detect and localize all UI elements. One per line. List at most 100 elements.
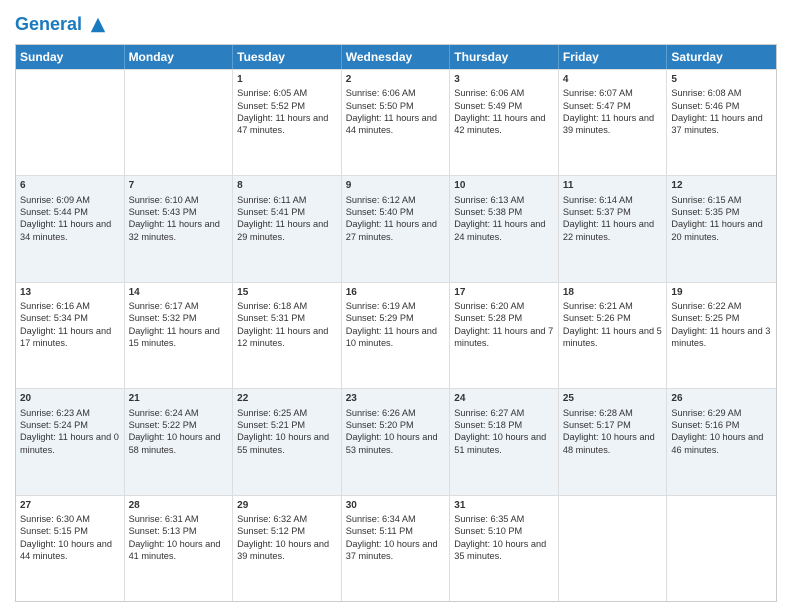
sunset-time: Sunset: 5:50 PM: [346, 101, 414, 111]
day-number: 25: [563, 392, 663, 406]
sunset-time: Sunset: 5:16 PM: [671, 420, 739, 430]
calendar: SundayMondayTuesdayWednesdayThursdayFrid…: [15, 44, 777, 602]
daylight-hours: Daylight: 10 hours and 53 minutes.: [346, 432, 438, 454]
day-number: 5: [671, 73, 772, 87]
calendar-row-5: 27Sunrise: 6:30 AM Sunset: 5:15 PM Dayligh…: [16, 495, 776, 601]
sunrise-time: Sunrise: 6:13 AM: [454, 195, 524, 205]
empty-cell: [559, 496, 668, 601]
sunrise-time: Sunrise: 6:31 AM: [129, 514, 199, 524]
day-number: 9: [346, 179, 446, 193]
day-number: 18: [563, 286, 663, 300]
sunrise-time: Sunrise: 6:25 AM: [237, 408, 307, 418]
sunrise-time: Sunrise: 6:17 AM: [129, 301, 199, 311]
sunrise-time: Sunrise: 6:23 AM: [20, 408, 90, 418]
sunrise-time: Sunrise: 6:24 AM: [129, 408, 199, 418]
sunset-time: Sunset: 5:32 PM: [129, 313, 197, 323]
sunrise-time: Sunrise: 6:05 AM: [237, 88, 307, 98]
sunset-time: Sunset: 5:40 PM: [346, 207, 414, 217]
daylight-hours: Daylight: 11 hours and 27 minutes.: [346, 219, 437, 241]
day-cell-7: 7Sunrise: 6:10 AMSunset: 5:43 PMDaylight…: [125, 176, 234, 281]
day-number: 19: [671, 286, 772, 300]
day-number: 15: [237, 286, 337, 300]
sunrise-time: Sunrise: 6:19 AM: [346, 301, 416, 311]
daylight-hours: Daylight: 11 hours and 32 minutes.: [129, 219, 220, 241]
sunset-time: Sunset: 5:34 PM: [20, 313, 88, 323]
daylight-hours: Daylight: 11 hours and 12 minutes.: [237, 326, 328, 348]
sunset-time: Sunset: 5:11 PM: [346, 526, 413, 536]
sunrise-time: Sunrise: 6:07 AM: [563, 88, 633, 98]
weekday-header-thursday: Thursday: [450, 45, 559, 69]
sunrise-time: Sunrise: 6:30 AM: [20, 514, 90, 524]
daylight-hours: Daylight: 11 hours and 39 minutes.: [563, 113, 654, 135]
weekday-header-tuesday: Tuesday: [233, 45, 342, 69]
sunrise-time: Sunrise: 6:32 AM: [237, 514, 307, 524]
sunrise-time: Sunrise: 6:28 AM: [563, 408, 633, 418]
sunset-time: Sunset: 5:52 PM: [237, 101, 305, 111]
calendar-row-2: 6Sunrise: 6:09 AMSunset: 5:44 PMDaylight…: [16, 175, 776, 281]
day-number: 3: [454, 73, 554, 87]
sunrise-time: Sunrise: 6:29 AM: [671, 408, 741, 418]
day-cell-9: 9Sunrise: 6:12 AMSunset: 5:40 PMDaylight…: [342, 176, 451, 281]
sunset-time: Sunset: 5:15 PM: [20, 526, 88, 536]
daylight-hours: Daylight: 10 hours and 51 minutes.: [454, 432, 546, 454]
sunrise-time: Sunrise: 6:10 AM: [129, 195, 199, 205]
daylight-hours: Daylight: 11 hours and 3 minutes.: [671, 326, 770, 348]
weekday-header-sunday: Sunday: [16, 45, 125, 69]
sunset-time: Sunset: 5:46 PM: [671, 101, 739, 111]
sunrise-time: Sunrise: 6:14 AM: [563, 195, 633, 205]
day-number: 13: [20, 286, 120, 300]
daylight-hours: Daylight: 10 hours and 58 minutes.: [129, 432, 221, 454]
day-cell-8: 8Sunrise: 6:11 AMSunset: 5:41 PMDaylight…: [233, 176, 342, 281]
sunset-time: Sunset: 5:41 PM: [237, 207, 305, 217]
daylight-hours: Daylight: 10 hours and 41 minutes.: [129, 539, 221, 561]
daylight-hours: Daylight: 11 hours and 42 minutes.: [454, 113, 545, 135]
sunset-time: Sunset: 5:21 PM: [237, 420, 305, 430]
day-cell-12: 12Sunrise: 6:15 AMSunset: 5:35 PMDayligh…: [667, 176, 776, 281]
page: General SundayMondayTuesdayWednesdayThur…: [0, 0, 792, 612]
day-cell-18: 18Sunrise: 6:21 AMSunset: 5:26 PMDayligh…: [559, 283, 668, 388]
day-number: 6: [20, 179, 120, 193]
sunset-time: Sunset: 5:12 PM: [237, 526, 305, 536]
header: General: [15, 10, 777, 36]
empty-cell: [125, 70, 234, 175]
sunset-time: Sunset: 5:18 PM: [454, 420, 522, 430]
day-cell-2: 2Sunrise: 6:06 AM Sunset: 5:50 PM Daylight…: [342, 70, 451, 175]
day-number: 17: [454, 286, 554, 300]
day-cell-11: 11Sunrise: 6:14 AMSunset: 5:37 PMDayligh…: [559, 176, 668, 281]
day-number: 2: [346, 73, 446, 87]
daylight-hours: Daylight: 11 hours and 15 minutes.: [129, 326, 220, 348]
day-number: 7: [129, 179, 229, 193]
empty-cell: [16, 70, 125, 175]
day-number: 22: [237, 392, 337, 406]
day-cell-14: 14Sunrise: 6:17 AM Sunset: 5:32 PM Dayligh…: [125, 283, 234, 388]
day-number: 8: [237, 179, 337, 193]
day-number: 14: [129, 286, 229, 300]
daylight-hours: Daylight: 11 hours and 10 minutes.: [346, 326, 437, 348]
sunset-time: Sunset: 5:37 PM: [563, 207, 631, 217]
sunset-time: Sunset: 5:29 PM: [346, 313, 414, 323]
sunrise-time: Sunrise: 6:35 AM: [454, 514, 524, 524]
day-cell-3: 3Sunrise: 6:06 AMSunset: 5:49 PMDaylight…: [450, 70, 559, 175]
daylight-hours: Daylight: 10 hours and 48 minutes.: [563, 432, 655, 454]
day-cell-15: 15Sunrise: 6:18 AMSunset: 5:31 PMDayligh…: [233, 283, 342, 388]
daylight-hours: Daylight: 11 hours and 44 minutes.: [346, 113, 437, 135]
calendar-body: 1Sunrise: 6:05 AM Sunset: 5:52 PM Daylight…: [16, 69, 776, 601]
daylight-hours: Daylight: 10 hours and 44 minutes.: [20, 539, 112, 561]
daylight-hours: Daylight: 11 hours and 7 minutes.: [454, 326, 553, 348]
day-cell-26: 26Sunrise: 6:29 AMSunset: 5:16 PMDayligh…: [667, 389, 776, 494]
day-cell-30: 30Sunrise: 6:34 AMSunset: 5:11 PMDayligh…: [342, 496, 451, 601]
calendar-header: SundayMondayTuesdayWednesdayThursdayFrid…: [16, 45, 776, 69]
sunset-time: Sunset: 5:17 PM: [563, 420, 631, 430]
sunrise-time: Sunrise: 6:16 AM: [20, 301, 90, 311]
daylight-hours: Daylight: 11 hours and 0 minutes.: [20, 432, 119, 454]
logo-text: General: [15, 14, 107, 36]
day-number: 1: [237, 73, 337, 87]
day-number: 27: [20, 499, 120, 513]
daylight-hours: Daylight: 11 hours and 34 minutes.: [20, 219, 111, 241]
daylight-hours: Daylight: 11 hours and 37 minutes.: [671, 113, 762, 135]
day-number: 24: [454, 392, 554, 406]
calendar-row-1: 1Sunrise: 6:05 AM Sunset: 5:52 PM Daylight…: [16, 69, 776, 175]
sunrise-time: Sunrise: 6:08 AM: [671, 88, 741, 98]
daylight-hours: Daylight: 10 hours and 35 minutes.: [454, 539, 546, 561]
sunrise-time: Sunrise: 6:06 AM: [346, 88, 416, 98]
